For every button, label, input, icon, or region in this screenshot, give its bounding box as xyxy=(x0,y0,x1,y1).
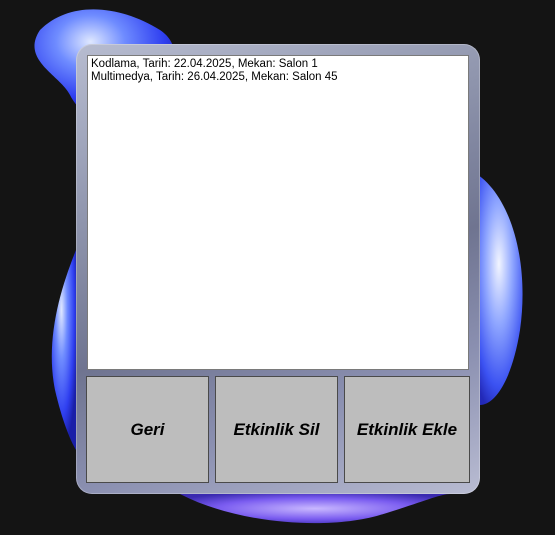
app-stage: Kodlama, Tarih: 22.04.2025, Mekan: Salon… xyxy=(0,0,555,535)
list-item[interactable]: Multimedya, Tarih: 26.04.2025, Mekan: Sa… xyxy=(90,71,466,84)
back-button[interactable]: Geri xyxy=(86,376,209,483)
button-bar: Geri Etkinlik Sil Etkinlik Ekle xyxy=(86,376,470,484)
event-management-window: Kodlama, Tarih: 22.04.2025, Mekan: Salon… xyxy=(76,44,480,494)
events-listbox[interactable]: Kodlama, Tarih: 22.04.2025, Mekan: Salon… xyxy=(87,55,469,370)
add-event-button[interactable]: Etkinlik Ekle xyxy=(344,376,470,483)
delete-event-button[interactable]: Etkinlik Sil xyxy=(215,376,338,483)
list-item[interactable]: Kodlama, Tarih: 22.04.2025, Mekan: Salon… xyxy=(90,58,466,71)
